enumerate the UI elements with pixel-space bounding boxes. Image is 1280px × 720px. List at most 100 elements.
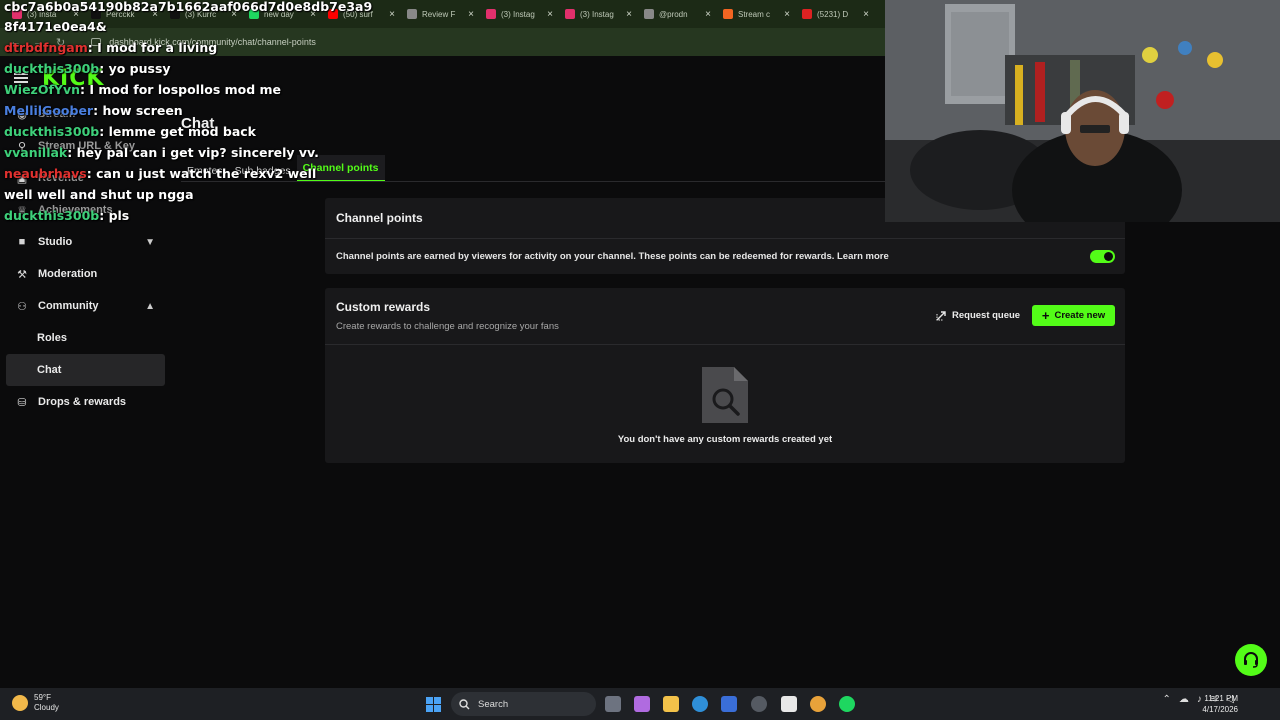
gift-icon: ⛁ bbox=[17, 396, 27, 409]
favicon-icon bbox=[486, 9, 496, 19]
channel-points-toggle[interactable] bbox=[1090, 250, 1115, 263]
chat-text: well well and shut up ngga bbox=[4, 187, 194, 202]
sidebar-item-label: Chat bbox=[37, 364, 62, 376]
chat-username[interactable]: neaubrhavs bbox=[4, 166, 87, 181]
chat-text: I mod for a living bbox=[97, 40, 218, 55]
taskbar-clock[interactable]: 11:21 PM 4/17/2026 bbox=[1202, 693, 1238, 715]
chat-username[interactable]: WiezOfYvn bbox=[4, 82, 80, 97]
copilot-icon[interactable] bbox=[634, 696, 650, 712]
windows-taskbar: 59°F Cloudy Search ⌃ ☁ ♪ ≋ ◁ 11:21 PM 4/… bbox=[0, 688, 1280, 720]
spotify-icon[interactable] bbox=[839, 696, 855, 712]
windows-start-icon[interactable] bbox=[426, 697, 441, 712]
chevron-down-icon[interactable]: ▼ bbox=[145, 237, 155, 248]
plus-icon: + bbox=[1041, 308, 1050, 323]
document-search-icon bbox=[702, 367, 748, 423]
browser-tab-label: Review F bbox=[422, 9, 456, 19]
favicon-icon bbox=[565, 9, 575, 19]
chat-text: pls bbox=[108, 208, 130, 223]
users-icon: ⚇ bbox=[17, 300, 27, 313]
weather-widget[interactable]: 59°F Cloudy bbox=[12, 693, 59, 713]
favicon-icon bbox=[802, 9, 812, 19]
chat-username[interactable]: duckthis300b bbox=[4, 124, 99, 139]
empty-state-text: You don't have any custom rewards create… bbox=[617, 434, 833, 445]
chat-username[interactable]: duckthis300b bbox=[4, 208, 99, 223]
settings-icon[interactable] bbox=[751, 696, 767, 712]
chat-message: dtrbdfngam: I mod for a living bbox=[4, 40, 217, 55]
weather-icon bbox=[12, 695, 28, 711]
sidebar-item-label: Community bbox=[38, 300, 99, 312]
sidebar-item-chat[interactable]: Chat bbox=[6, 354, 165, 386]
browser-tab[interactable]: (5231) D × bbox=[796, 0, 875, 28]
sidebar-item-community[interactable]: ⚇ Community ▲ bbox=[6, 290, 165, 322]
chat-overlay-header-cont: 8f4171e0ea4& bbox=[4, 19, 107, 34]
chat-message: vvanillak: hey pal can i get vip? sincer… bbox=[4, 145, 319, 160]
chat-username[interactable]: MellilGoober bbox=[4, 103, 93, 118]
file-explorer-icon[interactable] bbox=[663, 696, 679, 712]
chat-text: how screen bbox=[102, 103, 183, 118]
sidebar-item-label: Studio bbox=[38, 236, 73, 248]
browser-tab[interactable]: (3) Instag × bbox=[480, 0, 559, 28]
clock-time: 11:21 PM bbox=[1204, 694, 1238, 703]
request-queue-label: Request queue bbox=[952, 310, 1021, 321]
tab-divider bbox=[181, 181, 885, 182]
browser-tab[interactable]: @prodn × bbox=[638, 0, 717, 28]
chat-message: MellilGoober: how screen bbox=[4, 103, 183, 118]
chat-text: I mod for lospollos mod me bbox=[89, 82, 282, 97]
chat-text: hey pal can i get vip? sincerely vv. bbox=[76, 145, 319, 160]
custom-rewards-title: Custom rewards bbox=[336, 300, 431, 314]
custom-rewards-subtitle: Create rewards to challenge and recogniz… bbox=[336, 321, 559, 332]
browser-tab[interactable]: Stream c × bbox=[717, 0, 796, 28]
external-link-icon bbox=[936, 311, 946, 321]
chat-username[interactable]: dtrbdfngam bbox=[4, 40, 88, 55]
chat-username[interactable]: duckthis300b bbox=[4, 61, 99, 76]
sidebar-item-studio[interactable]: ■ Studio ▼ bbox=[6, 226, 165, 258]
chat-message: well well and shut up ngga bbox=[4, 187, 194, 202]
support-button[interactable] bbox=[1235, 644, 1267, 676]
edge-icon[interactable] bbox=[692, 696, 708, 712]
taskbar-search[interactable]: Search bbox=[451, 692, 596, 716]
weather-temp: 59°F bbox=[34, 693, 51, 702]
chrome-icon[interactable] bbox=[810, 696, 826, 712]
favicon-icon bbox=[723, 9, 733, 19]
chat-separator: : bbox=[86, 166, 97, 181]
hammer-icon: ⚒ bbox=[17, 268, 27, 281]
browser-tab-label: (5231) D bbox=[817, 9, 849, 19]
task-view-icon[interactable] bbox=[605, 696, 621, 712]
chat-text: can u just watch the rexv2 well bbox=[96, 166, 317, 181]
close-icon[interactable]: × bbox=[468, 9, 474, 20]
browser-tab[interactable]: (3) Instag × bbox=[559, 0, 638, 28]
chat-username[interactable]: vvanillak bbox=[4, 145, 67, 160]
browser-tab[interactable]: Review F × bbox=[401, 0, 480, 28]
chat-message: duckthis300b: lemme get mod back bbox=[4, 124, 256, 139]
request-queue-button[interactable]: Request queue bbox=[930, 305, 1026, 326]
create-new-button[interactable]: + Create new bbox=[1032, 305, 1115, 326]
headset-icon bbox=[1244, 652, 1258, 668]
chat-separator: : bbox=[99, 61, 109, 76]
store-icon[interactable] bbox=[721, 696, 737, 712]
close-icon[interactable]: × bbox=[705, 9, 711, 20]
close-icon[interactable]: × bbox=[626, 9, 632, 20]
close-icon[interactable]: × bbox=[784, 9, 790, 20]
sidebar-item-moderation[interactable]: ⚒ Moderation bbox=[6, 258, 165, 290]
chevron-up-icon[interactable]: ⌃ bbox=[1163, 694, 1171, 705]
close-icon[interactable]: × bbox=[389, 9, 395, 20]
card-divider bbox=[325, 344, 1125, 345]
close-icon[interactable]: × bbox=[863, 9, 869, 20]
browser-tab-label: Stream c bbox=[738, 9, 771, 19]
sidebar-item-roles[interactable]: Roles bbox=[6, 322, 165, 354]
chat-separator: : bbox=[80, 82, 90, 97]
chat-message: duckthis300b: yo pussy bbox=[4, 61, 171, 76]
sidebar-item-drops-rewards[interactable]: ⛁ Drops & rewards bbox=[6, 386, 165, 418]
browser-tab-label: @prodn bbox=[659, 9, 688, 19]
card-divider bbox=[325, 238, 1125, 239]
chat-message: duckthis300b: pls bbox=[4, 208, 129, 223]
close-icon[interactable]: × bbox=[547, 9, 553, 20]
channel-points-description: Channel points are earned by viewers for… bbox=[336, 251, 889, 262]
chat-separator: : bbox=[99, 208, 109, 223]
cloud-icon[interactable]: ☁ bbox=[1179, 694, 1189, 705]
browser-tab-label: (3) Instag bbox=[501, 9, 535, 19]
custom-rewards-card: Custom rewards Create rewards to challen… bbox=[325, 288, 1125, 463]
chevron-up-icon[interactable]: ▲ bbox=[145, 301, 155, 312]
microphone-icon[interactable]: ♪ bbox=[1197, 694, 1202, 705]
capcut-icon[interactable] bbox=[781, 696, 797, 712]
